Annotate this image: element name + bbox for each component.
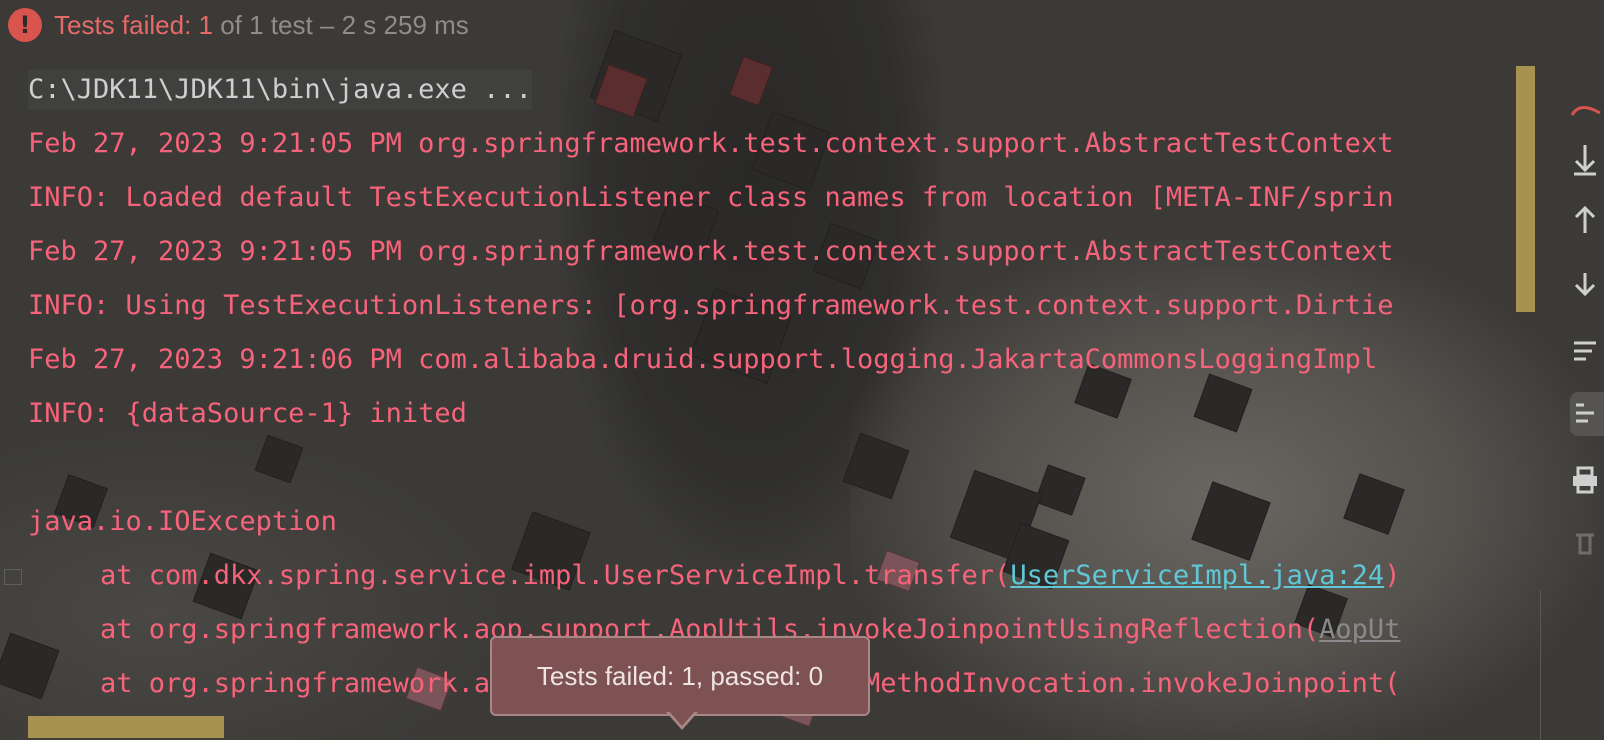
console-line: Feb 27, 2023 9:21:05 PM org.springframew…: [28, 128, 1394, 159]
source-link[interactable]: AopUt: [1319, 614, 1400, 645]
stack-frame: at com.dkx.spring.service.impl.UserServi…: [100, 556, 1400, 596]
stack-frame-suffix: ): [1384, 560, 1401, 591]
stack-frame-text: at com.dkx.spring.service.impl.UserServi…: [100, 560, 1011, 591]
tests-failed-label: Tests failed: 1: [54, 9, 213, 40]
arrow-up-icon[interactable]: [1570, 196, 1604, 240]
test-status-text: Tests failed: 1 of 1 test – 2 s 259 ms: [54, 10, 469, 41]
console-line: INFO: Using TestExecutionListeners: [org…: [28, 290, 1394, 321]
soft-wrap-icon[interactable]: [1570, 330, 1604, 374]
console-toolbar: [1568, 60, 1604, 740]
fold-marker-icon[interactable]: [4, 569, 22, 585]
divider: [1540, 590, 1541, 740]
tooltip-arrow-inner: [668, 710, 696, 726]
exception-line: java.io.IOException: [28, 506, 337, 537]
source-link[interactable]: UserServiceImpl.java:24: [1010, 560, 1384, 591]
test-status-bar: ! Tests failed: 1 of 1 test – 2 s 259 ms: [0, 0, 1604, 50]
test-result-tooltip: Tests failed: 1, passed: 0: [490, 636, 870, 716]
print-icon[interactable]: [1570, 458, 1604, 502]
format-lines-icon[interactable]: [1570, 392, 1604, 436]
error-icon: !: [8, 8, 42, 42]
console-command-line[interactable]: C:\JDK11\JDK11\bin\java.exe ...: [28, 70, 532, 110]
console-line: Feb 27, 2023 9:21:06 PM com.alibaba.drui…: [28, 344, 1378, 375]
console-line: INFO: Loaded default TestExecutionListen…: [28, 182, 1394, 213]
vertical-scrollbar-thumb[interactable]: [1516, 66, 1535, 312]
horizontal-scrollbar-thumb[interactable]: [28, 716, 224, 738]
tests-summary-label: of 1 test – 2 s 259 ms: [212, 9, 469, 40]
trash-icon[interactable]: [1570, 520, 1604, 564]
console-line: INFO: {dataSource-1} inited: [28, 398, 467, 429]
rerun-icon[interactable]: [1570, 84, 1604, 128]
arrow-down-icon[interactable]: [1570, 138, 1604, 182]
console-line: Feb 27, 2023 9:21:05 PM org.springframew…: [28, 236, 1394, 267]
scroll-to-end-icon[interactable]: [1570, 266, 1604, 310]
